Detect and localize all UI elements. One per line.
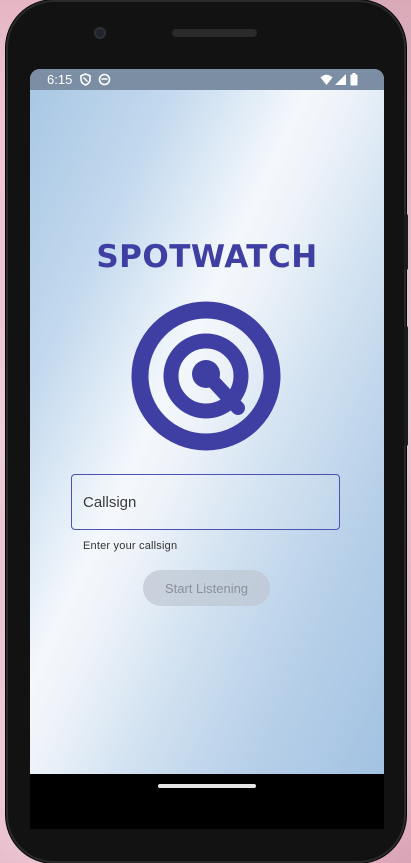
navigation-bar xyxy=(30,774,384,829)
wifi-icon xyxy=(320,73,333,86)
callsign-helper-text: Enter your callsign xyxy=(83,540,178,552)
status-bar: 6:15 xyxy=(30,69,384,90)
cellular-signal-icon xyxy=(335,73,348,86)
app-title: SPOTWATCH xyxy=(96,239,318,275)
callsign-input[interactable] xyxy=(72,475,339,529)
vpn-icon xyxy=(98,73,111,86)
volume-button xyxy=(404,326,408,446)
status-time: 6:15 xyxy=(47,72,73,87)
home-gesture-handle[interactable] xyxy=(158,784,256,788)
start-listening-button[interactable]: Start Listening xyxy=(143,570,270,606)
phone-frame: 6:15 SPOTWATCH Callsign Enter your calls… xyxy=(6,0,406,863)
target-magnifier-icon xyxy=(131,301,281,451)
app-screen: 6:15 SPOTWATCH Callsign Enter your calls… xyxy=(30,69,384,774)
shield-icon xyxy=(79,73,92,86)
front-camera xyxy=(94,27,106,39)
earpiece-speaker xyxy=(172,29,257,37)
power-button xyxy=(404,214,408,270)
battery-icon xyxy=(350,73,358,86)
callsign-field[interactable] xyxy=(71,474,340,530)
